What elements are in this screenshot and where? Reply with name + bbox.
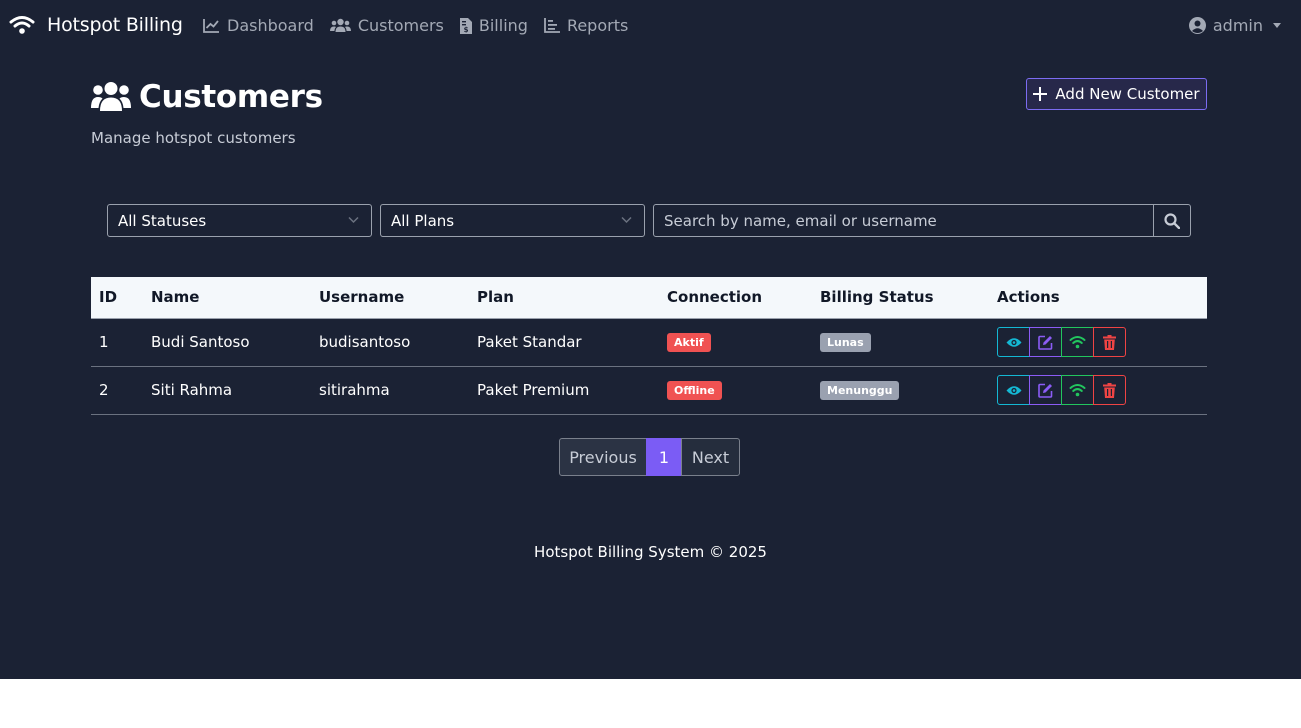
col-connection: Connection — [659, 277, 812, 319]
table-header-row: ID Name Username Plan Connection Billing… — [91, 277, 1207, 319]
add-customer-button[interactable]: Add New Customer — [1026, 78, 1207, 110]
nav-dashboard-label: Dashboard — [227, 16, 314, 35]
delete-button[interactable] — [1093, 375, 1126, 405]
next-page-button[interactable]: Next — [681, 438, 740, 476]
nav-links: Dashboard Customers $ Billing Reports — [203, 16, 628, 35]
cell-id: 1 — [91, 318, 143, 367]
cell-billing: Lunas — [812, 318, 989, 367]
wifi-icon — [9, 16, 35, 34]
cell-username: budisantoso — [311, 318, 469, 367]
app-root: Hotspot Billing Dashboard Customers $ Bi… — [0, 0, 1301, 679]
user-menu[interactable]: admin — [1188, 16, 1281, 35]
eye-icon — [1006, 337, 1021, 347]
cell-name: Siti Rahma — [143, 366, 311, 415]
col-name: Name — [143, 277, 311, 319]
connection-button[interactable] — [1061, 327, 1094, 357]
plus-icon — [1033, 87, 1048, 101]
cell-name: Budi Santoso — [143, 318, 311, 367]
page-1-button[interactable]: 1 — [646, 438, 682, 476]
cell-id: 2 — [91, 366, 143, 415]
brand[interactable]: Hotspot Billing — [9, 14, 183, 36]
bar-chart-icon — [544, 18, 560, 33]
status-filter-select[interactable]: All Statuses — [107, 204, 372, 237]
col-plan: Plan — [469, 277, 659, 319]
nav-customers-label: Customers — [357, 16, 444, 35]
delete-button[interactable] — [1093, 327, 1126, 357]
search-input[interactable] — [653, 204, 1154, 237]
edit-icon — [1038, 383, 1053, 398]
nav-dashboard[interactable]: Dashboard — [203, 16, 314, 35]
cell-billing: Menunggu — [812, 366, 989, 415]
edit-button[interactable] — [1029, 375, 1062, 405]
col-billing-status: Billing Status — [812, 277, 989, 319]
customers-table: ID Name Username Plan Connection Billing… — [91, 277, 1207, 415]
cell-actions — [989, 366, 1207, 415]
cell-plan: Paket Premium — [469, 366, 659, 415]
table-row: 1 Budi Santoso budisantoso Paket Standar… — [91, 318, 1207, 367]
plan-filter-select[interactable]: All Plans — [380, 204, 645, 237]
table-row: 2 Siti Rahma sitirahma Paket Premium Off… — [91, 366, 1207, 415]
footer-text: Hotspot Billing System © 2025 — [534, 543, 767, 561]
page-header: Customers Manage hotspot customers — [91, 79, 323, 147]
invoice-icon: $ — [459, 17, 472, 34]
connection-badge: Offline — [667, 381, 722, 400]
add-customer-label: Add New Customer — [1055, 85, 1200, 103]
chevron-down-icon — [1273, 23, 1281, 28]
chevron-down-icon — [348, 216, 359, 224]
billing-badge: Lunas — [820, 333, 871, 352]
title-row: Customers — [91, 79, 323, 115]
col-actions: Actions — [989, 277, 1207, 319]
connection-badge: Aktif — [667, 333, 711, 352]
row-actions — [997, 327, 1199, 357]
brand-name: Hotspot Billing — [47, 14, 183, 36]
nav-reports-label: Reports — [566, 16, 629, 35]
chevron-down-icon — [621, 216, 632, 224]
col-username: Username — [311, 277, 469, 319]
cell-plan: Paket Standar — [469, 318, 659, 367]
view-button[interactable] — [997, 327, 1030, 357]
page-title: Customers — [139, 79, 323, 115]
user-name: admin — [1212, 16, 1263, 35]
nav-reports[interactable]: Reports — [544, 16, 628, 35]
users-icon — [91, 82, 131, 111]
edit-button[interactable] — [1029, 327, 1062, 357]
view-button[interactable] — [997, 375, 1030, 405]
eye-icon — [1006, 385, 1021, 395]
wifi-icon — [1069, 336, 1086, 349]
pagination: Previous 1 Next — [559, 438, 740, 476]
connection-button[interactable] — [1061, 375, 1094, 405]
svg-text:$: $ — [463, 26, 468, 34]
cell-connection: Aktif — [659, 318, 812, 367]
user-circle-icon — [1188, 17, 1206, 34]
search-icon — [1164, 212, 1180, 229]
cell-actions — [989, 318, 1207, 367]
nav-billing[interactable]: $ Billing — [459, 16, 528, 35]
edit-icon — [1038, 335, 1053, 350]
search-button[interactable] — [1154, 204, 1191, 237]
trash-icon — [1103, 382, 1116, 398]
wifi-icon — [1069, 384, 1086, 397]
page-subtitle: Manage hotspot customers — [91, 129, 296, 147]
chart-line-icon — [203, 19, 219, 33]
trash-icon — [1103, 334, 1116, 350]
col-id: ID — [91, 277, 143, 319]
plan-filter-value: All Plans — [391, 211, 455, 230]
users-icon — [329, 18, 351, 32]
search-group — [653, 204, 1191, 237]
status-filter-value: All Statuses — [118, 211, 207, 230]
navbar: Hotspot Billing Dashboard Customers $ Bi… — [0, 0, 1301, 52]
previous-page-button[interactable]: Previous — [559, 438, 647, 476]
cell-username: sitirahma — [311, 366, 469, 415]
row-actions — [997, 375, 1199, 405]
nav-billing-label: Billing — [478, 16, 528, 35]
nav-customers[interactable]: Customers — [329, 16, 444, 35]
cell-connection: Offline — [659, 366, 812, 415]
billing-badge: Menunggu — [820, 381, 900, 400]
